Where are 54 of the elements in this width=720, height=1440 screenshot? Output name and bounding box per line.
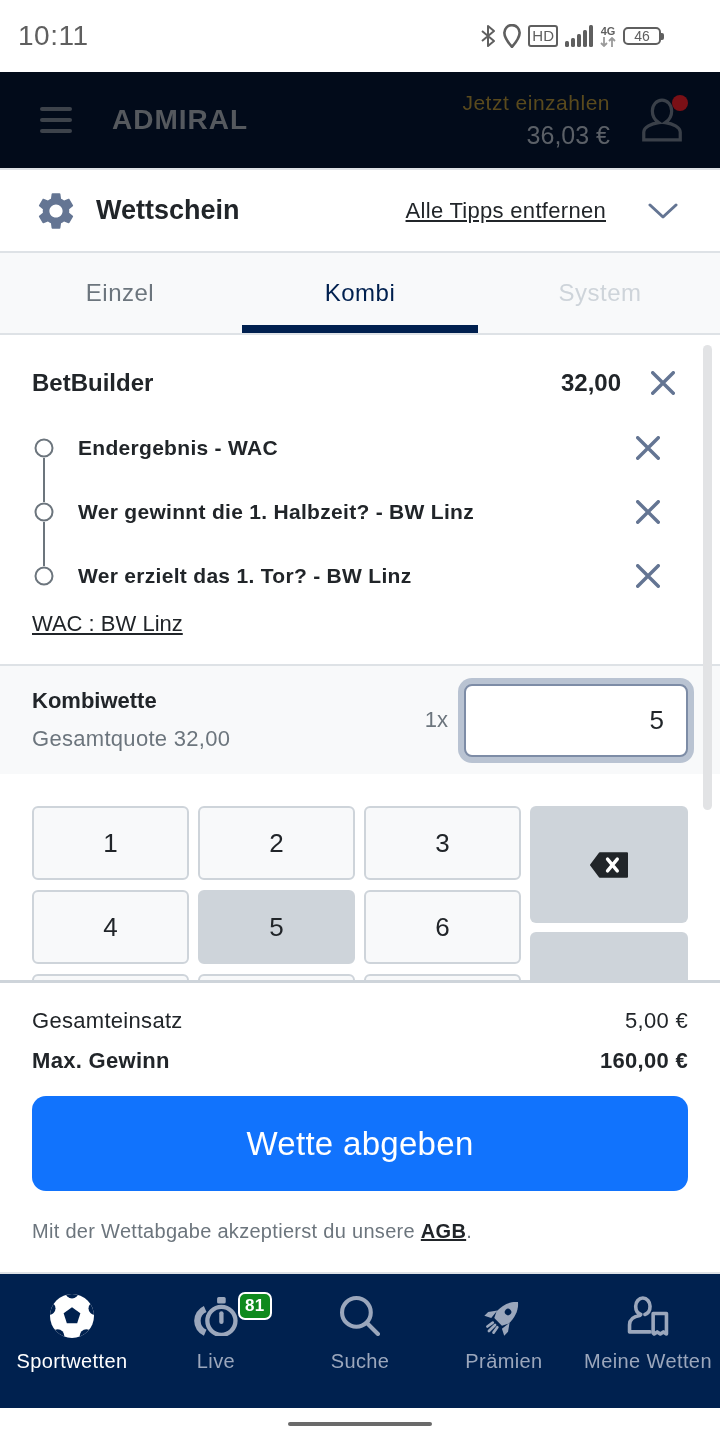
odds-value: 32,00 (560, 369, 621, 397)
location-icon (503, 24, 522, 48)
nav-tab[interactable]: Prämien (432, 1274, 576, 1408)
keypad-key[interactable]: 6 (364, 890, 521, 964)
close-icon[interactable] (636, 436, 660, 460)
stopwatch-icon (193, 1296, 239, 1336)
selection-label: Endergebnis - WAC (78, 436, 278, 460)
signal-icon (565, 25, 593, 47)
multiplier-label: 1x (424, 707, 448, 733)
close-icon[interactable] (636, 564, 660, 588)
nav-tab[interactable]: Sportwetten (0, 1274, 144, 1408)
bet-type-title: Kombiwette (32, 688, 158, 714)
keypad-key[interactable]: 5 (198, 890, 355, 964)
match-link[interactable]: WAC : BW Linz (32, 612, 183, 636)
person-ticket-icon (627, 1296, 669, 1336)
keypad-key[interactable]: 2 (198, 806, 355, 880)
battery-indicator: 46 (623, 27, 664, 45)
close-icon[interactable] (651, 371, 675, 395)
keypad-key[interactable]: 3 (364, 806, 521, 880)
tab[interactable]: Einzel (2, 253, 238, 333)
bet-builder-title: BetBuilder (32, 369, 154, 397)
live-count-badge: 81 (238, 1292, 272, 1320)
nav-tab[interactable]: 81 Live (144, 1274, 288, 1408)
place-bet-button[interactable]: Wette abgeben (32, 1096, 688, 1191)
settings-icon[interactable] (38, 192, 74, 229)
summary-label: Max. Gewinn (32, 1048, 170, 1074)
network-type-label: 4G (600, 25, 616, 37)
summary-label: Gesamteinsatz (32, 1008, 183, 1034)
terms-text: Mit der Wettabgabe akzeptierst du unsere AGB. (32, 1219, 473, 1244)
balance-amount: 36,03 € (526, 120, 610, 150)
backspace-icon (590, 850, 628, 879)
soccer-ball-icon (50, 1294, 94, 1338)
data-arrows-icon (600, 36, 616, 47)
keypad-key[interactable]: 1 (32, 806, 189, 880)
nav-tab[interactable]: Suche (288, 1274, 432, 1408)
betslip-title: Wettschein (96, 195, 240, 226)
close-icon[interactable] (636, 500, 660, 524)
hd-indicator: HD (528, 25, 558, 47)
clock: 10:11 (18, 20, 89, 52)
summary-value: 5,00 € (625, 1008, 688, 1034)
total-odds-label: Gesamtquote 32,00 (32, 726, 231, 752)
nav-tab[interactable]: Meine Wetten (576, 1274, 720, 1408)
clear-all-link[interactable]: Alle Tipps entfernen (405, 197, 606, 224)
brand-logo: ADMIRAL (112, 104, 249, 136)
keypad-key[interactable]: 4 (32, 890, 189, 964)
stake-input[interactable]: 5 (464, 683, 688, 757)
bluetooth-icon (480, 24, 497, 48)
backspace-button[interactable] (530, 806, 688, 923)
search-icon (340, 1296, 380, 1336)
terms-link[interactable]: AGB (420, 1220, 467, 1242)
summary-value: 160,00 € (599, 1048, 688, 1074)
selection-label: Wer gewinnt die 1. Halbzeit? - BW Linz (78, 500, 475, 524)
selection-label: Wer erzielt das 1. Tor? - BW Linz (78, 564, 412, 588)
chevron-down-icon[interactable] (648, 201, 678, 220)
